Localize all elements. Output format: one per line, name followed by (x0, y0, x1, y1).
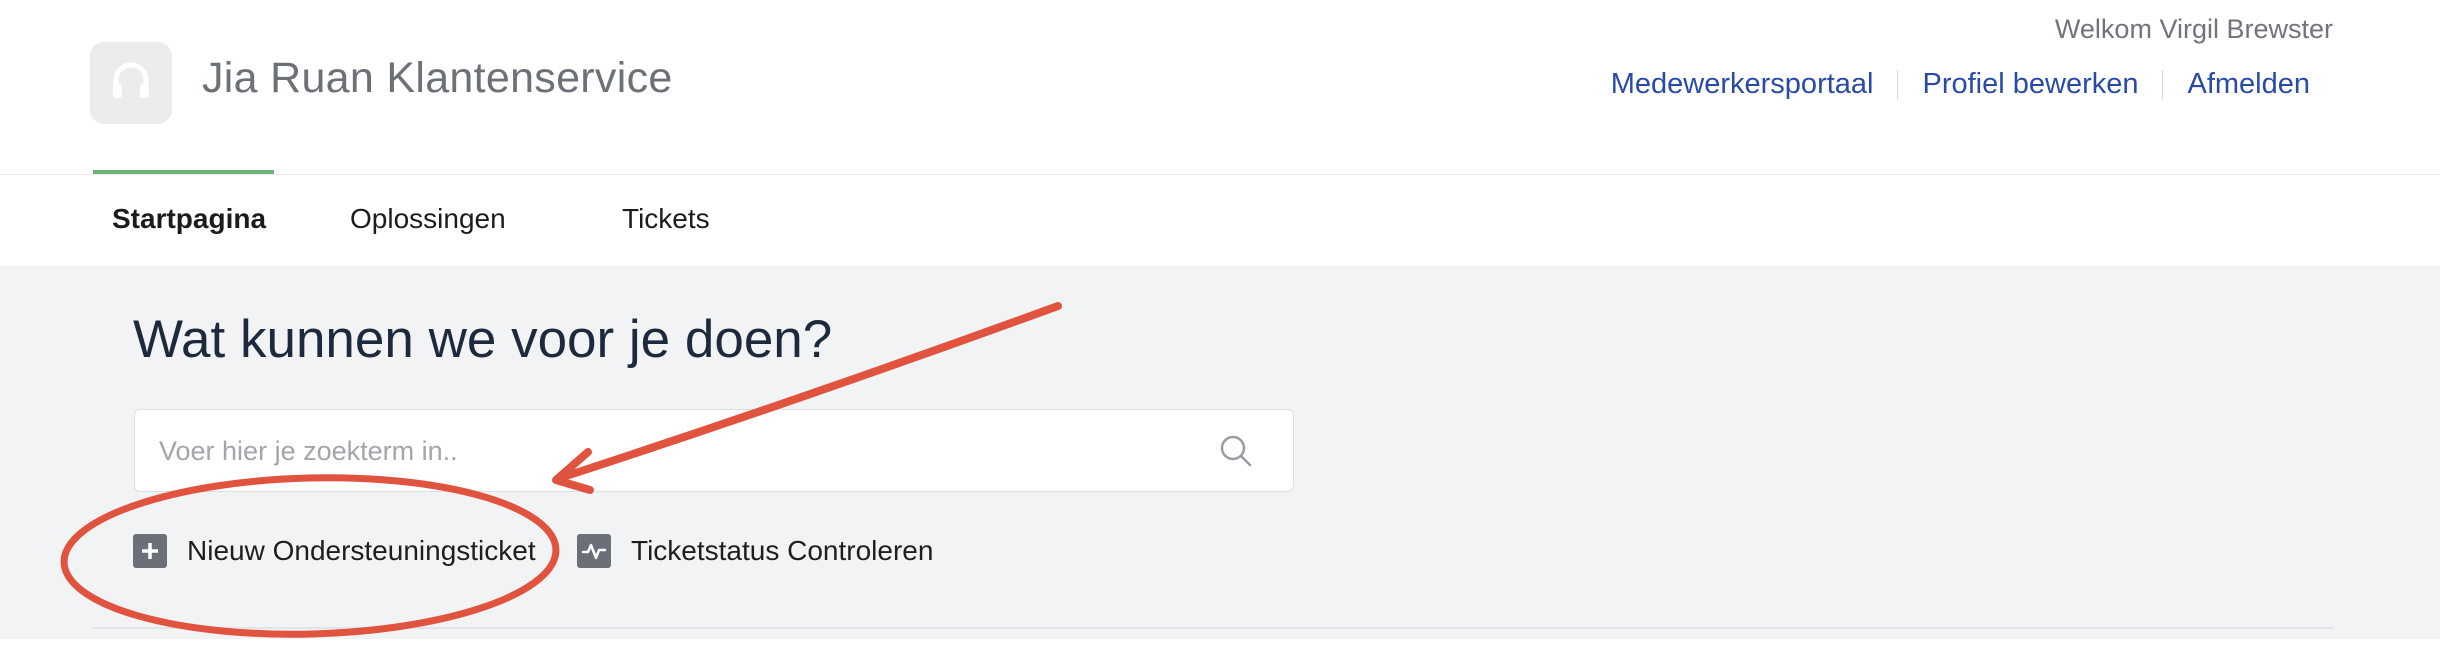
logout-link[interactable]: Afmelden (2187, 68, 2310, 101)
page-title: Wat kunnen we voor je doen? (133, 310, 833, 369)
search-input[interactable] (159, 430, 1209, 472)
main-nav: Startpagina Oplossingen Tickets (0, 174, 2440, 266)
headset-icon (113, 62, 149, 98)
welcome-text: Welkom Virgil Brewster (2054, 14, 2333, 44)
divider (93, 627, 2333, 629)
search-box (134, 409, 1294, 492)
new-ticket-label: Nieuw Ondersteuningsticket (187, 535, 536, 566)
tab-oplossingen[interactable]: Oplossingen (350, 203, 506, 235)
check-ticket-status-label: Ticketstatus Controleren (631, 535, 934, 566)
tab-startpagina[interactable]: Startpagina (112, 203, 266, 235)
pulse-icon (577, 534, 611, 568)
header: Jia Ruan Klantenservice Welkom Virgil Br… (0, 0, 2440, 176)
edit-profile-link[interactable]: Profiel bewerken (1922, 68, 2138, 101)
search-icon[interactable] (1219, 434, 1253, 468)
new-ticket-button[interactable]: Nieuw Ondersteuningsticket (133, 534, 536, 568)
top-links: Medewerkersportaal Profiel bewerken Afme… (1611, 68, 2310, 101)
brand-name[interactable]: Jia Ruan Klantenservice (202, 54, 673, 103)
separator (2162, 69, 2164, 100)
staff-portal-link[interactable]: Medewerkersportaal (1611, 68, 1874, 101)
tab-tickets[interactable]: Tickets (622, 203, 710, 235)
logo[interactable] (90, 42, 172, 124)
separator (1897, 69, 1899, 100)
check-ticket-status-button[interactable]: Ticketstatus Controleren (577, 534, 933, 568)
plus-icon (133, 534, 167, 568)
